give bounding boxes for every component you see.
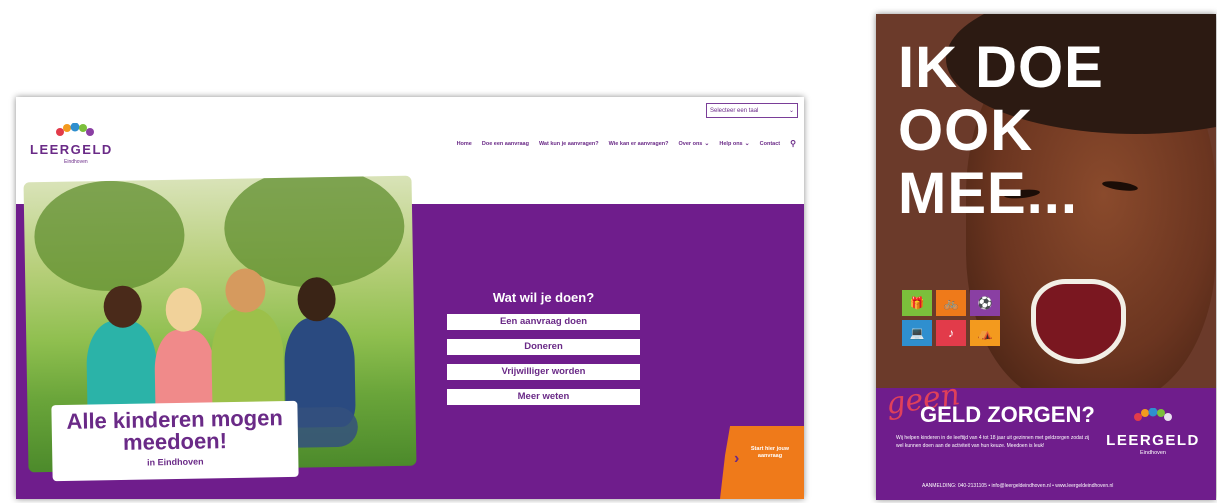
ball-icon: ⚽ — [970, 290, 1000, 316]
choice-heading: Wat wil je doen? — [492, 290, 595, 305]
cta-label: Start hier jouw aanvraag — [750, 446, 790, 459]
main-nav: Home Doe een aanvraag Wat kun je aanvrag… — [457, 139, 796, 148]
choice-panel: Wat wil je doen? Een aanvraag doen Doner… — [446, 290, 641, 414]
hero-caption: Alle kinderen mogen meedoen! in Eindhove… — [51, 400, 299, 482]
computer-icon: 💻 — [902, 320, 932, 346]
headline-line: OOK — [898, 98, 1034, 163]
site-logo[interactable]: LEERGELD Eindhoven — [30, 123, 120, 168]
nav-doe-een-aanvraag[interactable]: Doe een aanvraag — [482, 141, 529, 147]
bicycle-icon: 🚲 — [936, 290, 966, 316]
nav-label: Over ons — [678, 140, 703, 147]
nav-label: Wat kun je aanvragen? — [538, 140, 599, 147]
website-screenshot: Selecteer een taal ⌄ LEERGELD Eindhoven … — [16, 97, 804, 499]
poster-headline: IK DOE OOK MEE... — [898, 36, 1104, 225]
poster: IK DOE OOK MEE... 🎁 🚲 ⚽ 💻 ♪ ⛺ geen GELD … — [876, 14, 1216, 500]
nav-label: Home — [456, 140, 472, 147]
poster-slogan: GELD ZORGEN? — [920, 402, 1095, 427]
start-aanvraag-button[interactable]: › Start hier jouw aanvraag — [720, 426, 804, 499]
logo-city: Eindhoven — [64, 159, 88, 165]
camping-icon: ⛺ — [970, 320, 1000, 346]
mouth — [1031, 279, 1126, 364]
chevron-down-icon: ⌄ — [788, 108, 794, 114]
nav-contact[interactable]: Contact — [760, 141, 780, 147]
language-select[interactable]: Selecteer een taal ⌄ — [706, 103, 798, 118]
chevron-right-icon: › — [734, 450, 740, 467]
chevron-down-icon: ⌄ — [704, 141, 710, 147]
activity-icons: 🎁 🚲 ⚽ 💻 ♪ ⛺ — [902, 290, 1012, 346]
nav-help-ons[interactable]: Help ons ⌄ — [719, 140, 750, 148]
doneren-button[interactable]: Doneren — [447, 339, 640, 355]
logo-word: LEERGELD — [30, 142, 113, 157]
nav-wat-kun-je-aanvragen[interactable]: Wat kun je aanvragen? — [539, 141, 599, 147]
language-select-value: Selecteer een taal — [710, 107, 759, 114]
gift-icon: 🎁 — [902, 290, 932, 316]
nav-wie-kan-er-aanvragen[interactable]: Wie kan er aanvragen? — [609, 141, 669, 147]
logo-balloons-icon — [56, 123, 94, 136]
poster-logo-word: LEERGELD — [1106, 432, 1200, 449]
meer-weten-button[interactable]: Meer weten — [447, 389, 640, 405]
nav-label: Wie kan er aanvragen? — [608, 140, 669, 147]
nav-over-ons[interactable]: Over ons ⌄ — [678, 140, 710, 148]
logo-balloons-icon — [1134, 407, 1172, 421]
nav-home[interactable]: Home — [457, 141, 472, 147]
nav-label: Contact — [759, 140, 781, 147]
music-icon: ♪ — [936, 320, 966, 346]
nav-label: Help ons — [719, 140, 743, 147]
aanvraag-doen-button[interactable]: Een aanvraag doen — [447, 314, 640, 330]
poster-footer: AANMELDING: 040-2131105 • info@leergelde… — [922, 483, 1114, 489]
hero-subtitle: in Eindhoven — [147, 456, 204, 468]
vrijwilliger-worden-button[interactable]: Vrijwilliger worden — [447, 364, 640, 380]
chevron-down-icon: ⌄ — [744, 141, 750, 147]
hero-title: Alle kinderen mogen meedoen! — [66, 405, 284, 455]
nav-label: Doe een aanvraag — [481, 140, 529, 147]
poster-description: Wij helpen kinderen in de leeftijd van 4… — [896, 435, 1090, 449]
search-icon[interactable]: ⚲ — [790, 139, 796, 148]
poster-logo-city: Eindhoven — [1140, 450, 1166, 456]
headline-line: MEE... — [898, 161, 1079, 226]
headline-line: IK DOE — [898, 35, 1104, 100]
poster-logo: LEERGELD Eindhoven — [1098, 407, 1208, 456]
